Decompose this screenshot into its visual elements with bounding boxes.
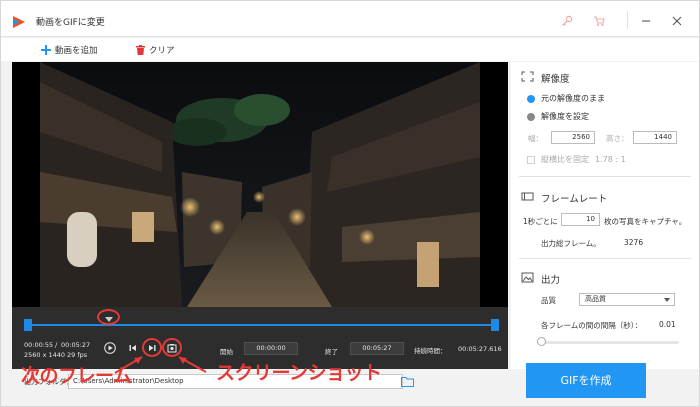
per-second-prefix: 1秒ごとに — [523, 217, 558, 226]
width-input[interactable]: 2560 — [551, 131, 595, 144]
lock-aspect-option[interactable]: 縦横比を固定 1.78 : 1 — [527, 154, 626, 165]
radio-unchecked-icon — [527, 112, 535, 121]
keep-original-resolution-option[interactable]: 元の解像度のまま — [527, 93, 605, 104]
frame-interval-slider[interactable] — [541, 341, 679, 344]
per-second-suffix: 枚の写真をキャプチャ。 — [604, 217, 687, 226]
app-window: 動画をGIFに変更 動画を追加 クリア 00:00:55 / 00:05:27 … — [0, 0, 700, 407]
quality-select[interactable]: 高品質 — [579, 293, 675, 306]
chevron-down-icon — [664, 298, 670, 302]
image-icon — [521, 272, 534, 283]
quality-select-value: 高品質 — [585, 295, 606, 303]
resolution-title: 解像度 — [541, 74, 570, 85]
film-icon — [521, 192, 534, 201]
width-label: 幅： — [528, 134, 543, 143]
frame-interval-value: 0.01 — [659, 320, 676, 329]
frames-per-second-input[interactable]: 10 — [561, 213, 600, 226]
height-input[interactable]: 1440 — [633, 131, 677, 144]
resize-icon — [521, 71, 534, 82]
frame-interval-slider-knob[interactable] — [537, 337, 546, 346]
checkbox-icon — [527, 155, 535, 164]
output-title: 出力 — [541, 275, 561, 286]
section-divider — [519, 258, 691, 259]
height-label: 高さ： — [606, 134, 629, 143]
quality-label: 品質 — [541, 296, 556, 305]
screenshot-annotation: スクリーンショット — [216, 362, 382, 384]
framerate-title: フレームレート — [541, 194, 608, 205]
keep-original-resolution-label: 元の解像度のまま — [541, 94, 605, 103]
custom-resolution-option[interactable]: 解像度を設定 — [527, 111, 589, 122]
create-gif-button[interactable]: GIFを作成 — [526, 363, 646, 398]
section-divider — [519, 176, 691, 177]
total-frames-label: 出力総フレーム。 — [541, 239, 601, 248]
frame-interval-label: 各フレームの間の間隔（秒）： — [541, 321, 643, 330]
radio-checked-icon — [527, 94, 535, 103]
lock-aspect-label: 縦横比を固定 — [541, 155, 589, 164]
aspect-ratio-value: 1.78 : 1 — [595, 155, 626, 164]
custom-resolution-label: 解像度を設定 — [541, 112, 589, 121]
settings-panel: 解像度 元の解像度のまま 解像度を設定 幅： 2560 高さ： 1440 縦横比… — [511, 62, 699, 369]
total-frames-value: 3276 — [624, 238, 644, 247]
next-frame-annotation: 次のフレーム — [21, 365, 132, 387]
